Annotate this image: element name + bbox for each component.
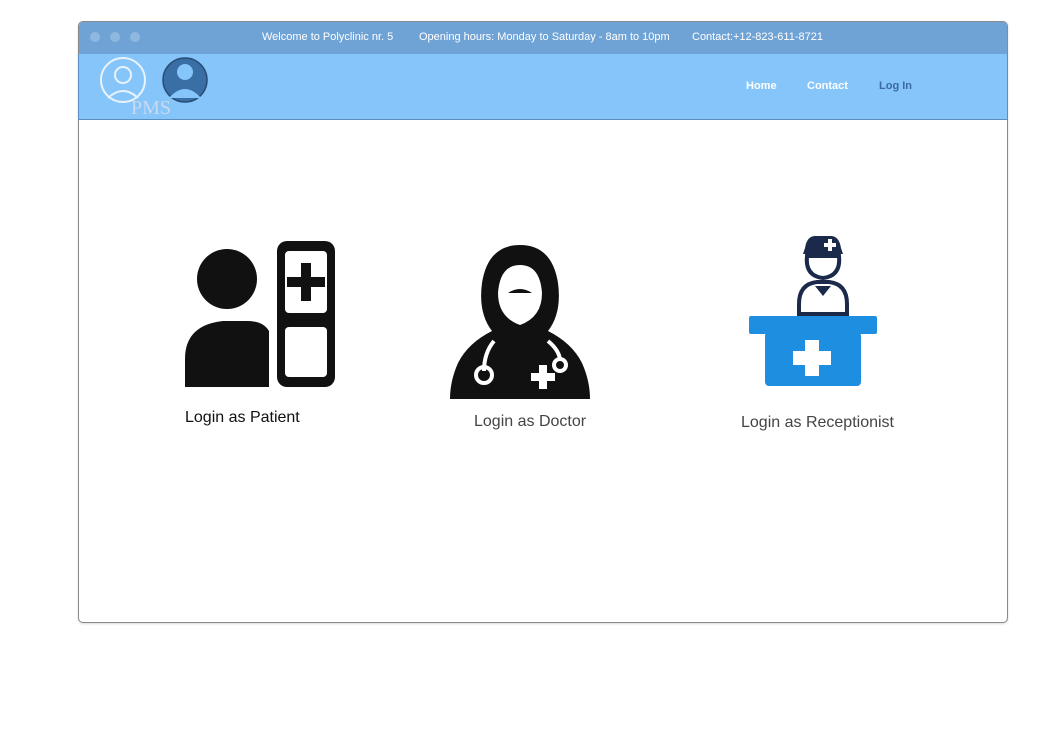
nav-login-link[interactable]: Log In: [879, 80, 912, 92]
window-dot-icon[interactable]: [110, 32, 120, 42]
patient-login-card[interactable]: [185, 241, 335, 387]
main-navbar: PMS Home Contact Log In: [78, 54, 1008, 120]
receptionist-login-card[interactable]: [747, 234, 879, 386]
doctor-icon: [450, 245, 590, 399]
top-info-bar: Welcome to Polyclinic nr. 5 Opening hour…: [79, 22, 1007, 54]
patient-icon: [185, 241, 335, 387]
doctor-login-label[interactable]: Login as Doctor: [474, 413, 586, 431]
patient-login-label[interactable]: Login as Patient: [185, 409, 300, 427]
browser-frame: Welcome to Polyclinic nr. 5 Opening hour…: [78, 21, 1008, 623]
window-dot-icon[interactable]: [130, 32, 140, 42]
receptionist-login-label[interactable]: Login as Receptionist: [741, 414, 894, 432]
opening-hours-text: Opening hours: Monday to Saturday - 8am …: [419, 31, 670, 43]
logo-text: PMS: [131, 97, 171, 118]
window-dot-icon[interactable]: [90, 32, 100, 42]
pms-logo[interactable]: PMS: [99, 54, 211, 118]
welcome-text: Welcome to Polyclinic nr. 5: [262, 31, 394, 43]
nav-contact-link[interactable]: Contact: [807, 80, 848, 92]
nav-home-link[interactable]: Home: [746, 80, 777, 92]
doctor-login-card[interactable]: [448, 243, 592, 399]
receptionist-icon: [749, 236, 877, 386]
window-controls: [90, 32, 140, 42]
contact-phone-text: Contact:+12-823-611-8721: [692, 31, 823, 43]
